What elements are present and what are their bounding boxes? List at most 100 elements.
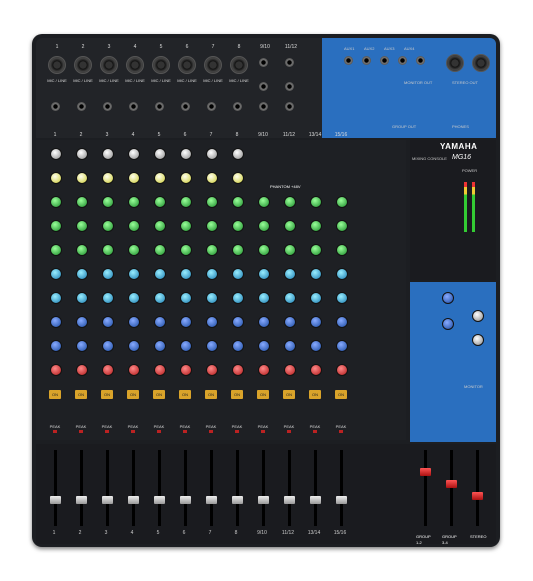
channel-knob[interactable] xyxy=(336,316,348,328)
channel-knob[interactable] xyxy=(128,316,140,328)
channel-knob[interactable] xyxy=(180,172,192,184)
channel-knob[interactable] xyxy=(50,196,62,208)
channel-knob[interactable] xyxy=(258,340,270,352)
insert-jack[interactable] xyxy=(129,102,138,111)
channel-knob[interactable] xyxy=(102,220,114,232)
channel-knob[interactable] xyxy=(336,220,348,232)
channel-knob[interactable] xyxy=(76,196,88,208)
channel-knob[interactable] xyxy=(102,340,114,352)
channel-knob[interactable] xyxy=(76,268,88,280)
master-fader[interactable] xyxy=(446,480,457,488)
xlr-input[interactable] xyxy=(74,56,92,74)
on-button[interactable]: ON xyxy=(283,390,295,399)
channel-knob[interactable] xyxy=(102,268,114,280)
channel-knob[interactable] xyxy=(232,148,244,160)
channel-knob[interactable] xyxy=(128,244,140,256)
channel-knob[interactable] xyxy=(102,148,114,160)
channel-knob[interactable] xyxy=(310,196,322,208)
channel-knob[interactable] xyxy=(154,148,166,160)
aux-send-jack[interactable] xyxy=(362,56,371,65)
channel-knob[interactable] xyxy=(206,196,218,208)
on-button[interactable]: ON xyxy=(335,390,347,399)
line-input-jack[interactable] xyxy=(259,82,268,91)
on-button[interactable]: ON xyxy=(205,390,217,399)
channel-knob[interactable] xyxy=(50,364,62,376)
channel-knob[interactable] xyxy=(102,292,114,304)
channel-knob[interactable] xyxy=(154,268,166,280)
on-button[interactable]: ON xyxy=(49,390,61,399)
channel-knob[interactable] xyxy=(310,340,322,352)
channel-knob[interactable] xyxy=(128,148,140,160)
stereo-out-xlr-left[interactable] xyxy=(446,54,464,72)
channel-fader[interactable] xyxy=(50,496,61,504)
channel-knob[interactable] xyxy=(206,340,218,352)
channel-knob[interactable] xyxy=(258,292,270,304)
channel-knob[interactable] xyxy=(258,196,270,208)
channel-knob[interactable] xyxy=(258,316,270,328)
channel-knob[interactable] xyxy=(232,316,244,328)
stereo-out-xlr-right[interactable] xyxy=(472,54,490,72)
on-button[interactable]: ON xyxy=(127,390,139,399)
channel-knob[interactable] xyxy=(154,292,166,304)
channel-knob[interactable] xyxy=(284,364,296,376)
channel-fader[interactable] xyxy=(284,496,295,504)
on-button[interactable]: ON xyxy=(179,390,191,399)
channel-knob[interactable] xyxy=(76,220,88,232)
channel-knob[interactable] xyxy=(232,220,244,232)
channel-knob[interactable] xyxy=(154,196,166,208)
channel-knob[interactable] xyxy=(180,316,192,328)
channel-knob[interactable] xyxy=(232,364,244,376)
channel-knob[interactable] xyxy=(232,268,244,280)
channel-fader[interactable] xyxy=(258,496,269,504)
xlr-input[interactable] xyxy=(126,56,144,74)
on-button[interactable]: ON xyxy=(153,390,165,399)
channel-knob[interactable] xyxy=(50,244,62,256)
channel-knob[interactable] xyxy=(206,220,218,232)
channel-fader[interactable] xyxy=(76,496,87,504)
channel-knob[interactable] xyxy=(102,244,114,256)
channel-knob[interactable] xyxy=(180,148,192,160)
aux-send-jack[interactable] xyxy=(344,56,353,65)
channel-knob[interactable] xyxy=(128,268,140,280)
channel-knob[interactable] xyxy=(154,244,166,256)
channel-knob[interactable] xyxy=(336,268,348,280)
channel-knob[interactable] xyxy=(180,268,192,280)
channel-knob[interactable] xyxy=(50,148,62,160)
channel-knob[interactable] xyxy=(336,364,348,376)
channel-knob[interactable] xyxy=(102,316,114,328)
channel-knob[interactable] xyxy=(284,220,296,232)
channel-knob[interactable] xyxy=(336,292,348,304)
channel-knob[interactable] xyxy=(336,340,348,352)
phones-knob[interactable] xyxy=(472,310,484,322)
channel-knob[interactable] xyxy=(50,268,62,280)
channel-knob[interactable] xyxy=(206,172,218,184)
xlr-input[interactable] xyxy=(204,56,222,74)
aux-send-jack[interactable] xyxy=(416,56,425,65)
channel-knob[interactable] xyxy=(102,196,114,208)
insert-jack[interactable] xyxy=(51,102,60,111)
channel-knob[interactable] xyxy=(232,340,244,352)
master-fader[interactable] xyxy=(420,468,431,476)
channel-knob[interactable] xyxy=(154,364,166,376)
channel-knob[interactable] xyxy=(50,220,62,232)
channel-knob[interactable] xyxy=(128,364,140,376)
channel-knob[interactable] xyxy=(128,172,140,184)
xlr-input[interactable] xyxy=(178,56,196,74)
xlr-input[interactable] xyxy=(48,56,66,74)
channel-knob[interactable] xyxy=(258,268,270,280)
insert-jack[interactable] xyxy=(77,102,86,111)
on-button[interactable]: ON xyxy=(257,390,269,399)
insert-jack[interactable] xyxy=(259,102,268,111)
channel-knob[interactable] xyxy=(310,292,322,304)
channel-knob[interactable] xyxy=(102,172,114,184)
xlr-input[interactable] xyxy=(152,56,170,74)
channel-knob[interactable] xyxy=(76,316,88,328)
channel-knob[interactable] xyxy=(128,340,140,352)
channel-knob[interactable] xyxy=(180,340,192,352)
channel-fader[interactable] xyxy=(310,496,321,504)
channel-knob[interactable] xyxy=(76,148,88,160)
channel-fader[interactable] xyxy=(206,496,217,504)
channel-knob[interactable] xyxy=(284,292,296,304)
channel-knob[interactable] xyxy=(154,172,166,184)
channel-knob[interactable] xyxy=(128,220,140,232)
